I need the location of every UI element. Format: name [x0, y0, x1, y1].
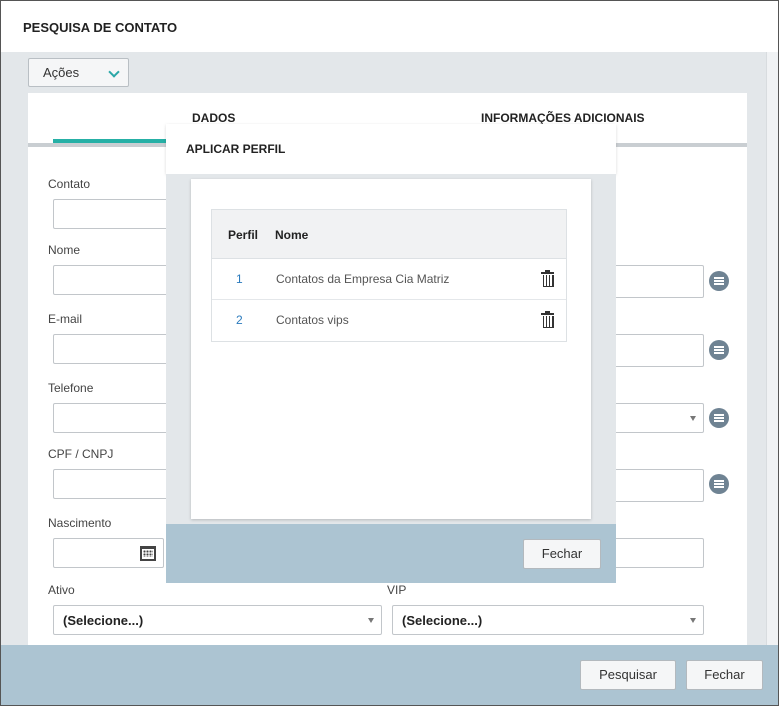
list-icon[interactable]	[709, 271, 729, 291]
tab-informacoes-adicionais[interactable]: INFORMAÇÕES ADICIONAIS	[481, 111, 645, 125]
tab-dados[interactable]: DADOS	[192, 111, 235, 125]
list-icon[interactable]	[709, 474, 729, 494]
nascimento-field[interactable]	[53, 538, 164, 568]
apply-profile-modal: Perfil Nome 1 Contatos da Empresa Cia Ma…	[166, 174, 616, 524]
contato-label: Contato	[48, 177, 91, 191]
vip-select[interactable]: (Selecione...)	[392, 605, 704, 635]
table-header: Perfil Nome	[212, 210, 566, 259]
list-icon[interactable]	[709, 408, 729, 428]
vip-value: (Selecione...)	[402, 613, 483, 628]
vip-label: VIP	[387, 583, 407, 597]
nascimento-end-field[interactable]	[603, 538, 704, 568]
table-row[interactable]: 2 Contatos vips	[212, 300, 566, 341]
close-button[interactable]: Fechar	[686, 660, 763, 690]
column-header-nome: Nome	[275, 228, 309, 242]
cpf-cnpj-label: CPF / CNPJ	[48, 447, 114, 461]
nascimento-label: Nascimento	[48, 516, 112, 530]
profile-name[interactable]: Contatos vips	[276, 313, 349, 327]
scrollbar[interactable]	[766, 52, 778, 645]
cpf-cnpj-field-extra[interactable]	[603, 469, 704, 502]
email-field-extra[interactable]	[603, 334, 704, 367]
table-row[interactable]: 1 Contatos da Empresa Cia Matriz	[212, 259, 566, 300]
window-footer: Pesquisar Fechar	[1, 645, 778, 705]
dropdown-arrow-icon	[690, 618, 696, 623]
dropdown-arrow-icon	[368, 618, 374, 623]
ativo-label: Ativo	[48, 583, 75, 597]
trash-icon[interactable]	[541, 270, 554, 287]
column-header-perfil: Perfil	[228, 228, 259, 242]
modal-close-button[interactable]: Fechar	[523, 539, 601, 569]
modal-title: APLICAR PERFIL	[186, 142, 286, 156]
chevron-down-icon	[108, 66, 120, 78]
trash-icon[interactable]	[541, 311, 554, 328]
email-label: E-mail	[48, 312, 83, 326]
dropdown-arrow-icon	[690, 416, 696, 421]
profile-number[interactable]: 1	[236, 272, 243, 286]
ativo-value: (Selecione...)	[63, 613, 144, 628]
ativo-select[interactable]: (Selecione...)	[53, 605, 382, 635]
list-icon[interactable]	[709, 340, 729, 360]
actions-label: Ações	[43, 65, 80, 80]
nome-label: Nome	[48, 243, 81, 257]
nome-field-extra[interactable]	[603, 265, 704, 298]
modal-header: APLICAR PERFIL	[166, 124, 616, 174]
profile-table: Perfil Nome 1 Contatos da Empresa Cia Ma…	[211, 209, 567, 342]
modal-footer: Fechar	[166, 524, 616, 583]
profile-number[interactable]: 2	[236, 313, 243, 327]
contact-search-window: PESQUISA DE CONTATO Ações DADOS INFORMAÇ…	[0, 0, 779, 706]
search-button[interactable]: Pesquisar	[580, 660, 676, 690]
window-title: PESQUISA DE CONTATO	[23, 20, 178, 35]
telefone-label: Telefone	[48, 381, 94, 395]
modal-content: Perfil Nome 1 Contatos da Empresa Cia Ma…	[191, 179, 591, 519]
profile-name[interactable]: Contatos da Empresa Cia Matriz	[276, 272, 449, 286]
calendar-icon[interactable]	[140, 546, 156, 561]
title-bar: PESQUISA DE CONTATO	[1, 1, 778, 52]
actions-dropdown-button[interactable]: Ações	[28, 58, 129, 87]
telefone-type-select[interactable]	[603, 403, 704, 433]
